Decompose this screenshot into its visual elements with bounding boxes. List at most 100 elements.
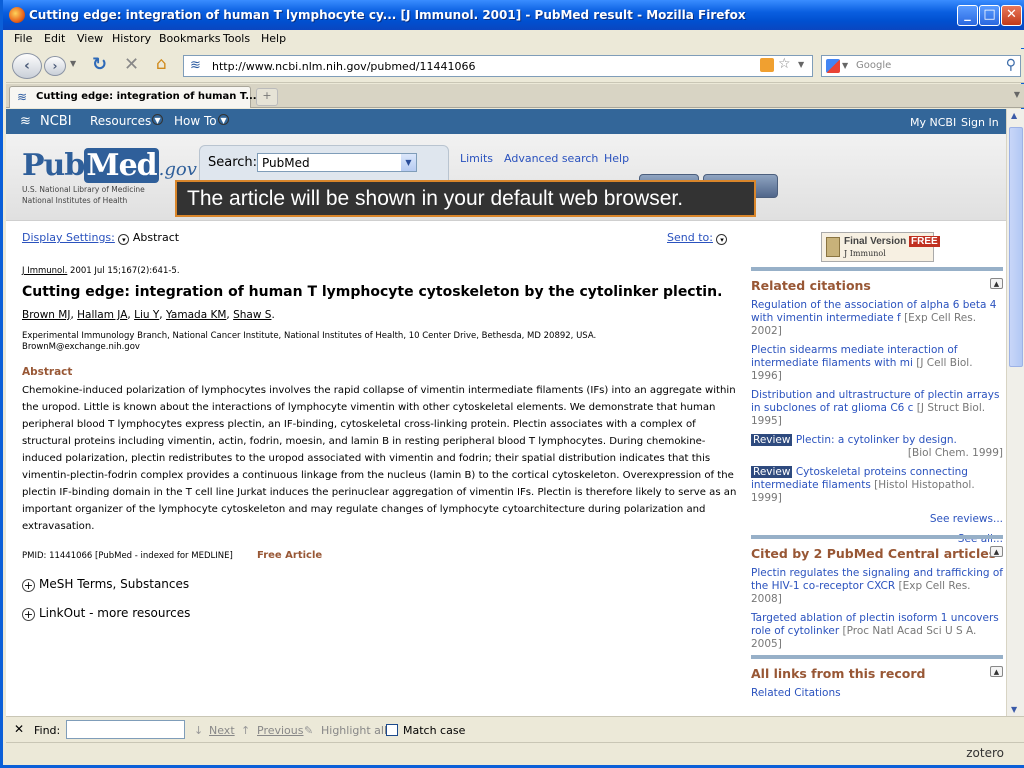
ncbi-logo[interactable]: NCBI bbox=[40, 114, 72, 129]
find-input[interactable] bbox=[66, 720, 185, 739]
journal-cover-icon bbox=[826, 237, 840, 257]
my-ncbi-link[interactable]: My NCBI bbox=[910, 116, 956, 129]
see-reviews-link[interactable]: See reviews... bbox=[751, 513, 1003, 525]
scroll-down-icon[interactable]: ▼ bbox=[1011, 705, 1017, 714]
display-format: Abstract bbox=[132, 231, 180, 244]
home-icon[interactable]: ⌂ bbox=[156, 54, 167, 74]
firefox-window: Cutting edge: integration of human T lym… bbox=[0, 0, 1024, 768]
send-to-chevron-icon[interactable]: ▾ bbox=[716, 234, 728, 245]
free-article-badge[interactable]: Free Article bbox=[257, 550, 322, 561]
resources-menu[interactable]: Resources bbox=[90, 114, 151, 128]
search-magnifier-icon[interactable]: ⚲ bbox=[1006, 57, 1016, 73]
history-dropdown-icon[interactable]: ▼ bbox=[70, 59, 76, 68]
match-case-checkbox[interactable] bbox=[386, 724, 398, 736]
mesh-expander[interactable]: + MeSH Terms, Substances bbox=[22, 577, 189, 592]
status-bar: zotero bbox=[6, 742, 1024, 765]
display-settings-chevron-icon[interactable]: ▾ bbox=[118, 234, 130, 245]
url-bar[interactable]: ≋ http://www.ncbi.nlm.nih.gov/pubmed/114… bbox=[183, 55, 813, 77]
author-link[interactable]: Liu Y bbox=[134, 309, 159, 321]
tab-label: Cutting edge: integration of human T... bbox=[36, 91, 257, 102]
zotero-button[interactable]: zotero bbox=[966, 746, 1004, 760]
tab-list-icon[interactable]: ▼ bbox=[1014, 90, 1020, 99]
find-previous-arrow-icon[interactable]: ↑ bbox=[241, 724, 250, 737]
browser-tooltip: The article will be shown in your defaul… bbox=[175, 180, 756, 217]
scroll-thumb[interactable] bbox=[1009, 127, 1023, 367]
related-citation-item[interactable]: Plectin sidearms mediate interaction of … bbox=[751, 344, 1003, 383]
url-dropdown-icon[interactable]: ▼ bbox=[798, 60, 804, 69]
collapse-icon[interactable]: ▲ bbox=[990, 546, 1003, 557]
navigation-toolbar: ‹ › ▼ ↻ ✕ ⌂ ≋ http://www.ncbi.nlm.nih.go… bbox=[6, 49, 1024, 83]
menu-bookmarks[interactable]: Bookmarks bbox=[159, 32, 220, 45]
web-search-box[interactable]: ▼ Google ⚲ bbox=[821, 55, 1021, 77]
collapse-icon[interactable]: ▲ bbox=[990, 666, 1003, 677]
linkout-expander[interactable]: + LinkOut - more resources bbox=[22, 606, 190, 621]
highlight-icon[interactable]: ✎ bbox=[304, 724, 313, 737]
menu-edit[interactable]: Edit bbox=[44, 32, 65, 45]
cited-by-section: Cited by 2 PubMed Central articles ▲ Plec… bbox=[751, 535, 1003, 651]
scroll-up-icon[interactable]: ▲ bbox=[1011, 111, 1017, 120]
highlight-all-button[interactable]: Highlight all bbox=[321, 724, 387, 737]
expand-plus-icon[interactable]: + bbox=[22, 579, 35, 592]
author-link[interactable]: Brown MJ bbox=[22, 309, 70, 321]
related-citation-item[interactable]: Regulation of the association of alpha 6… bbox=[751, 299, 1003, 338]
database-select[interactable]: PubMed ▼ bbox=[257, 153, 417, 172]
author-link[interactable]: Yamada KM bbox=[166, 309, 226, 321]
new-tab-button[interactable]: + bbox=[256, 88, 278, 106]
minimize-button[interactable]: _ bbox=[957, 5, 978, 26]
back-icon[interactable]: ‹ bbox=[12, 53, 42, 79]
author-email: BrownM@exchange.nih.gov bbox=[22, 342, 140, 352]
url-text[interactable]: http://www.ncbi.nlm.nih.gov/pubmed/11441… bbox=[212, 60, 476, 73]
related-citation-item[interactable]: Review Cytoskeletal proteins connecting … bbox=[751, 466, 1003, 505]
citation-line: J Immunol. 2001 Jul 15;167(2):641-5. bbox=[22, 266, 180, 276]
send-to-link[interactable]: Send to: bbox=[667, 231, 713, 244]
advanced-search-link[interactable]: Advanced search bbox=[504, 152, 598, 165]
bookmark-star-icon[interactable]: ☆ bbox=[778, 56, 791, 72]
author-link[interactable]: Shaw S bbox=[233, 309, 271, 321]
engine-dropdown-icon[interactable]: ▼ bbox=[842, 61, 848, 70]
find-close-icon[interactable]: ✕ bbox=[14, 722, 24, 736]
find-next-arrow-icon[interactable]: ↓ bbox=[194, 724, 203, 737]
find-label: Find: bbox=[34, 724, 61, 737]
google-engine-icon[interactable] bbox=[826, 59, 840, 73]
reload-icon[interactable]: ↻ bbox=[92, 54, 107, 75]
cited-article-item[interactable]: Plectin regulates the signaling and traf… bbox=[751, 567, 1003, 606]
limits-link[interactable]: Limits bbox=[460, 152, 493, 165]
find-previous-button[interactable]: Previous bbox=[257, 724, 304, 737]
menu-history[interactable]: History bbox=[112, 32, 151, 45]
rss-icon[interactable] bbox=[760, 58, 774, 72]
collapse-icon[interactable]: ▲ bbox=[990, 278, 1003, 289]
vertical-scrollbar[interactable]: ▲ ▼ bbox=[1006, 109, 1024, 716]
stop-icon[interactable]: ✕ bbox=[124, 54, 139, 75]
forward-icon[interactable]: › bbox=[44, 56, 66, 76]
howto-menu[interactable]: How To bbox=[174, 114, 217, 128]
journal-link[interactable]: J Immunol. bbox=[22, 266, 67, 276]
pubmed-logo[interactable]: PubMed .gov bbox=[22, 148, 197, 183]
menu-help[interactable]: Help bbox=[261, 32, 286, 45]
find-next-button[interactable]: Next bbox=[209, 724, 235, 737]
sign-in-link[interactable]: Sign In bbox=[961, 116, 999, 129]
related-citations-link[interactable]: Related Citations bbox=[751, 687, 1003, 700]
expand-plus-icon[interactable]: + bbox=[22, 608, 35, 621]
menu-view[interactable]: View bbox=[77, 32, 103, 45]
match-case-label: Match case bbox=[403, 724, 466, 737]
ncbi-logo-icon[interactable]: ≋ bbox=[20, 114, 31, 129]
display-settings-link[interactable]: Display Settings: bbox=[22, 231, 115, 244]
howto-chevron-icon[interactable]: ▾ bbox=[218, 114, 229, 126]
related-citation-item[interactable]: Review Plectin: a cytolinker by design.[… bbox=[751, 434, 1003, 460]
find-bar: ✕ Find: ↓ Next ↑ Previous ✎ Highlight al… bbox=[6, 716, 1024, 742]
tab-active[interactable]: ≋ Cutting edge: integration of human T..… bbox=[9, 86, 257, 108]
review-badge: Review bbox=[751, 466, 793, 478]
abstract-heading: Abstract bbox=[22, 366, 73, 378]
close-button[interactable]: ✕ bbox=[1001, 5, 1022, 26]
resources-chevron-icon[interactable]: ▾ bbox=[152, 114, 163, 126]
author-link[interactable]: Hallam JA bbox=[77, 309, 127, 321]
menu-file[interactable]: File bbox=[14, 32, 32, 45]
tab-favicon-icon: ≋ bbox=[17, 90, 28, 104]
cited-article-item[interactable]: Targeted ablation of plectin isoform 1 u… bbox=[751, 612, 1003, 651]
related-citation-item[interactable]: Distribution and ultrastructure of plect… bbox=[751, 389, 1003, 428]
help-link[interactable]: Help bbox=[604, 152, 629, 165]
database-dropdown-icon[interactable]: ▼ bbox=[401, 154, 416, 171]
maximize-button[interactable]: □ bbox=[979, 5, 1000, 26]
final-version-badge[interactable]: Final Version FREE J Immunol bbox=[821, 232, 940, 262]
menu-tools[interactable]: Tools bbox=[223, 32, 250, 45]
